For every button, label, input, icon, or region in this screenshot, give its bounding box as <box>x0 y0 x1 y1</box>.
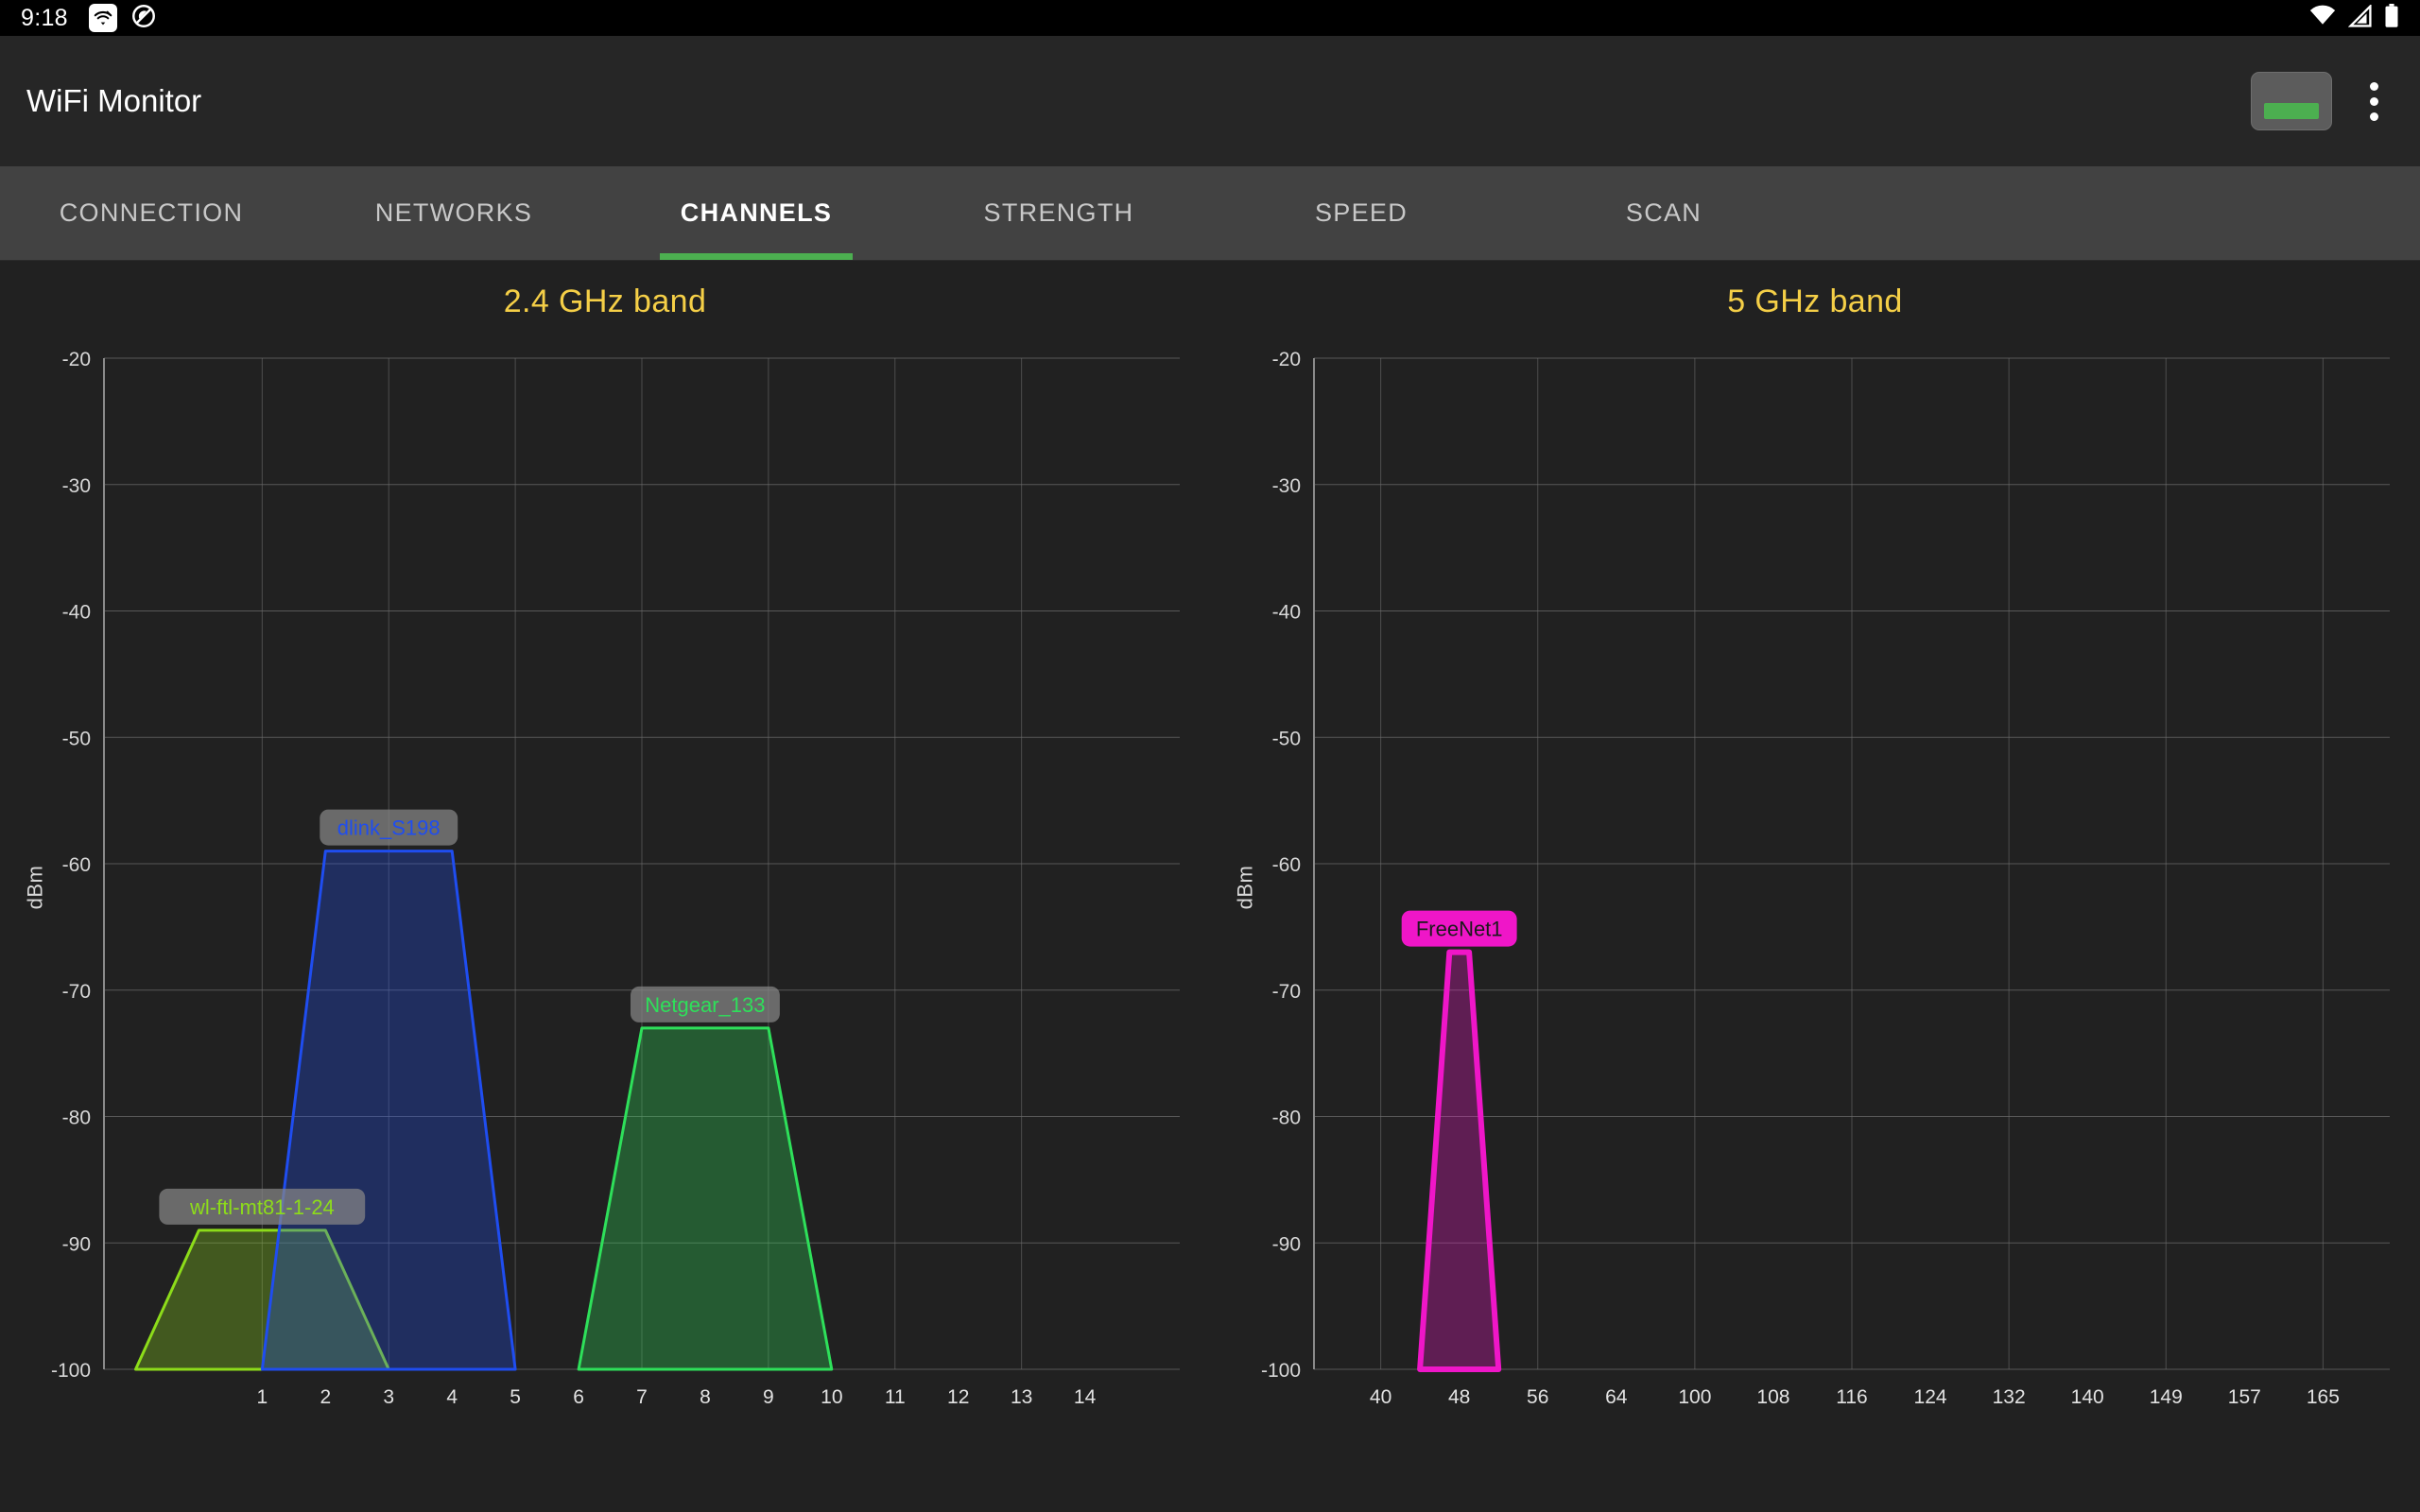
x-tick-label: 40 <box>1370 1386 1392 1408</box>
y-tick-label: -80 <box>62 1108 91 1129</box>
tab-scan[interactable]: SCAN <box>1512 166 1815 260</box>
status-time: 9:18 <box>21 4 68 31</box>
page-title: WiFi Monitor <box>26 83 202 118</box>
y-tick-label: -80 <box>1272 1108 1301 1129</box>
network-label-FreeNet1[interactable]: FreeNet1 <box>1401 910 1517 947</box>
tab-label: CHANNELS <box>680 198 833 227</box>
x-tick-label: 64 <box>1605 1386 1628 1408</box>
y-tick-label: -100 <box>1261 1360 1301 1382</box>
x-tick-label: 5 <box>510 1386 521 1408</box>
network-label-dlink_S198[interactable]: dlink_S198 <box>320 809 458 846</box>
app-bar: WiFi Monitor <box>0 36 2420 166</box>
signal-level-bar <box>2264 103 2319 119</box>
dnd-icon <box>130 3 157 34</box>
x-tick-label: 4 <box>446 1386 458 1408</box>
network-area-Netgear_133[interactable] <box>577 1026 834 1371</box>
tab-channels[interactable]: CHANNELS <box>605 166 908 260</box>
charts-container: 2.4 GHz band dBm -20 -30 -40 -50 -60 -70 -80 -9… <box>0 261 2420 1512</box>
network-label-text: dlink_S198 <box>337 816 441 840</box>
x-tick-label: 11 <box>885 1386 906 1408</box>
x-tick-label: 116 <box>1836 1386 1867 1408</box>
app-bar-actions <box>2251 72 2392 130</box>
x-tick-label: 108 <box>1756 1386 1789 1408</box>
x-tick-label: 8 <box>700 1386 711 1408</box>
x-tick-label: 7 <box>636 1386 648 1408</box>
chart-title-2-4ghz: 2.4 GHz band <box>503 284 707 319</box>
y-tick-label: -50 <box>62 728 91 749</box>
wifi-icon <box>2308 5 2337 32</box>
x-tick-label: 157 <box>2228 1386 2261 1408</box>
x-tick-label: 165 <box>2307 1386 2340 1408</box>
tab-strength[interactable]: STRENGTH <box>908 166 1210 260</box>
y-tick-label: -20 <box>1272 349 1301 370</box>
tab-bar: CONNECTION NETWORKS CHANNELS STRENGTH SP… <box>0 166 2420 261</box>
status-bar: 9:18 <box>0 0 2420 36</box>
network-label-text: Netgear_133 <box>645 993 765 1017</box>
network-area-dlink_S198[interactable] <box>260 850 517 1371</box>
tab-connection[interactable]: CONNECTION <box>0 166 302 260</box>
battery-icon <box>2384 3 2399 33</box>
network-label-text: wl-ftl-mt81-1-24 <box>189 1195 335 1219</box>
signal-level-button[interactable] <box>2251 72 2332 130</box>
x-tick-label: 10 <box>821 1386 842 1408</box>
network-area-FreeNet1[interactable] <box>1417 949 1502 1372</box>
tab-label: STRENGTH <box>983 198 1134 227</box>
plot-svg-2-4ghz: -20-30-40-50-60-70-80-90-1001 2 3 4 5 6 7 8 9 10 1… <box>51 349 1180 1408</box>
x-tick-label: 56 <box>1527 1386 1548 1408</box>
chart-panel-2-4ghz: 2.4 GHz band dBm -20 -30 -40 -50 -60 -70 -80 -9… <box>0 261 1210 1512</box>
x-tick-label: 1 <box>257 1386 268 1408</box>
x-tick-label: 14 <box>1074 1386 1097 1408</box>
y-tick-label: -60 <box>62 854 91 876</box>
x-tick-label: 2 <box>320 1386 331 1408</box>
y-tick-label: -100 <box>51 1360 91 1382</box>
tab-label: SPEED <box>1314 198 1409 227</box>
x-tick-label: 132 <box>1993 1386 2026 1408</box>
x-tick-label: 149 <box>2150 1386 2183 1408</box>
tab-label: SCAN <box>1625 198 1703 227</box>
tab-label: NETWORKS <box>374 198 533 227</box>
y-tick-label: -20 <box>62 349 91 370</box>
tab-label: CONNECTION <box>59 198 244 227</box>
cell-signal-icon <box>2347 3 2373 32</box>
tab-networks[interactable]: NETWORKS <box>302 166 605 260</box>
chart-panel-5ghz: 5 GHz band dBm -20 -30 -40 -50 -60 -70 -80 -90-… <box>1210 261 2420 1512</box>
y-tick-label: -90 <box>62 1233 91 1255</box>
wifi-analyzer-icon <box>88 4 117 32</box>
x-tick-label: 6 <box>573 1386 584 1408</box>
plot-5ghz[interactable]: dBm -20 -30 -40 -50 -60 -70 -80 -90 -100 40 48 56 64… <box>1210 320 2420 1454</box>
x-tick-label: 12 <box>947 1386 969 1408</box>
more-options-icon[interactable] <box>2357 77 2392 127</box>
plot-svg-5ghz: -20 -30 -40 -50 -60 -70 -80 -90 -100 40 48 56 64 100 1… <box>1261 349 2390 1408</box>
x-tick-label: 124 <box>1914 1386 1947 1408</box>
x-tick-label: 3 <box>383 1386 394 1408</box>
network-label-text: FreeNet1 <box>1416 918 1503 941</box>
chart-title-5ghz: 5 GHz band <box>1727 284 1903 319</box>
y-tick-label: -40 <box>1272 602 1301 624</box>
y-tick-label: -40 <box>62 602 91 624</box>
y-tick-label: -90 <box>1272 1233 1301 1255</box>
x-tick-label: 48 <box>1448 1386 1470 1408</box>
network-label-Netgear_133[interactable]: Netgear_133 <box>631 986 780 1022</box>
y-tick-label: -30 <box>62 475 91 497</box>
y-tick-label: -60 <box>1272 854 1301 876</box>
x-tick-label: 9 <box>763 1386 774 1408</box>
status-left-icons <box>88 3 157 34</box>
status-right-icons <box>2308 3 2399 33</box>
x-tick-label: 100 <box>1678 1386 1711 1408</box>
x-tick-label: 13 <box>1011 1386 1032 1408</box>
plot-2-4ghz[interactable]: dBm -20 -30 -40 -50 -60 -70 -80 -90 -100 1 2 3 4 5 6 7 8… <box>0 320 1210 1454</box>
y-tick-label: -50 <box>1272 728 1301 749</box>
x-tick-label: 140 <box>2071 1386 2104 1408</box>
y-tick-label: -30 <box>1272 475 1301 497</box>
y-tick-label: -70 <box>62 981 91 1003</box>
network-label-wl-ftl-mt81-1-24[interactable]: wl-ftl-mt81-1-24 <box>159 1188 366 1225</box>
tab-speed[interactable]: SPEED <box>1210 166 1512 260</box>
y-tick-label: -70 <box>1272 981 1301 1003</box>
